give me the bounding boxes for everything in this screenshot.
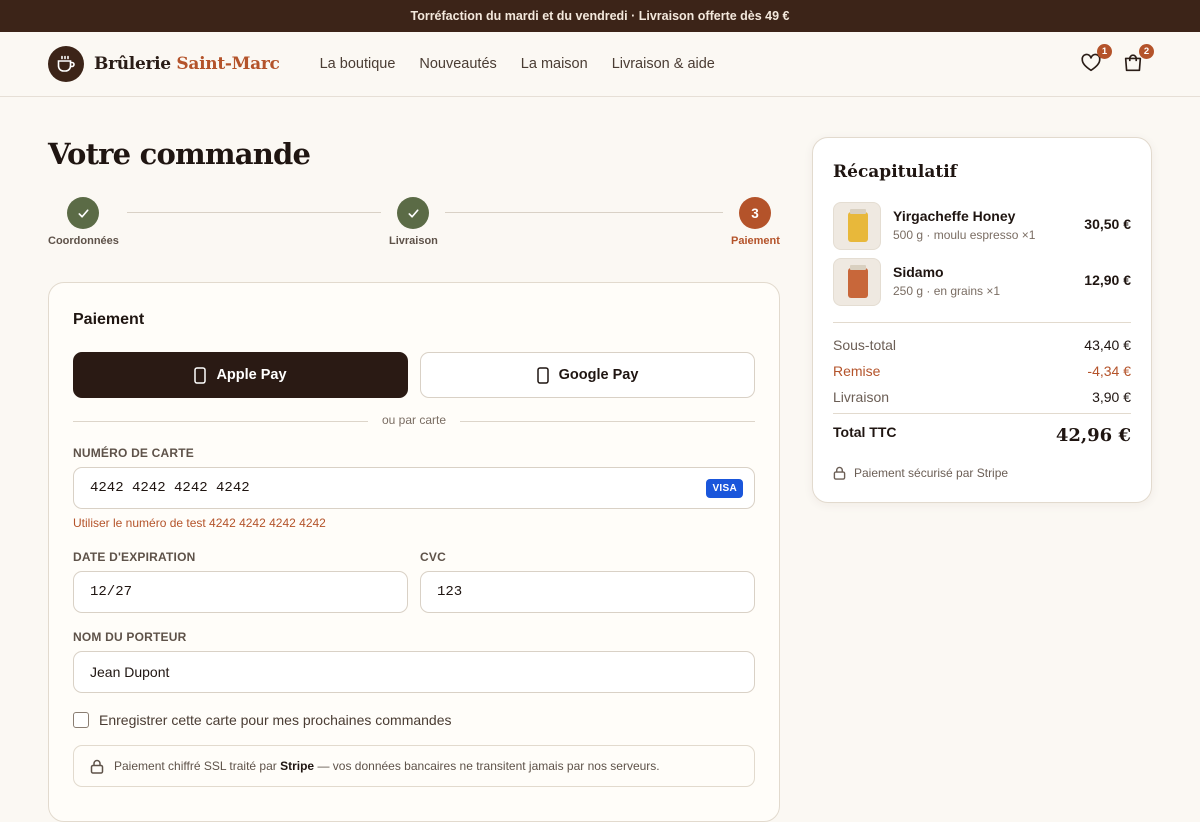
step-label-coordonnees[interactable]: Coordonnées (48, 235, 119, 247)
expiry-field[interactable]: 12/27 (73, 571, 408, 613)
save-card-option[interactable]: Enregistrer cette carte pour mes prochai… (73, 712, 452, 728)
brand-name-part2: Saint-Marc (176, 54, 280, 74)
ssl-notice: Paiement chiffré SSL traité par Stripe —… (73, 745, 755, 787)
product-thumbnail (833, 258, 881, 306)
cart-button[interactable]: 2 (1122, 44, 1154, 74)
coffee-bag-icon (848, 209, 868, 242)
item-name: Yirgacheffe Honey (893, 208, 1016, 224)
announcement-bar: Torréfaction du mardi et du vendredi · L… (0, 0, 1200, 32)
google-pay-label: Google Pay (558, 367, 639, 383)
apple-pay-button[interactable]: Apple Pay (73, 352, 408, 398)
checkout-stepper: Coordonnées Livraison 3 Paiement (48, 197, 780, 253)
subtotal-label: Sous-total (833, 337, 897, 353)
cvc-value: 123 (437, 584, 463, 600)
cvc-label: CVC (420, 550, 446, 564)
cardholder-field[interactable]: Jean Dupont (73, 651, 755, 693)
shipping-value: 3,90 € (1092, 389, 1131, 405)
subtotal-value: 43,40 € (1084, 337, 1131, 353)
cardholder-value: Jean Dupont (90, 664, 170, 680)
total-label: Total TTC (833, 424, 897, 440)
coffee-cup-icon (48, 46, 84, 82)
main-nav: La boutique Nouveautés La maison Livrais… (320, 56, 715, 72)
subtotal-row: Sous-total 43,40 € (833, 337, 1131, 353)
summary-item: Yirgacheffe Honey 500 g · moulu espresso… (833, 202, 1131, 250)
step-livraison-check-icon[interactable] (397, 197, 429, 229)
card-number-field[interactable]: 4242 4242 4242 4242 VISA (73, 467, 755, 509)
or-divider: ou par carte (73, 412, 755, 430)
test-card-hint: Utiliser le numéro de test 4242 4242 424… (73, 516, 326, 530)
item-name: Sidamo (893, 264, 944, 280)
nav-nouveautes[interactable]: Nouveautés (419, 56, 496, 72)
card-number-value: 4242 4242 4242 4242 (90, 480, 250, 496)
expiry-label: DATE D'EXPIRATION (73, 550, 196, 564)
lock-icon (90, 759, 104, 774)
order-summary: Récapitulatif Yirgacheffe Honey 500 g · … (812, 137, 1152, 503)
divider-text: ou par carte (381, 413, 447, 427)
discount-label: Remise (833, 363, 881, 379)
discount-value: -4,34 € (1087, 363, 1131, 379)
visa-badge: VISA (706, 479, 743, 498)
summary-title: Récapitulatif (833, 162, 957, 182)
summary-secure-text: Paiement sécurisé par Stripe (854, 466, 1009, 480)
page-title: Votre commande (48, 137, 311, 171)
phone-icon (194, 366, 207, 384)
step-paiement-number: 3 (739, 197, 771, 229)
coffee-bag-icon (848, 265, 868, 298)
brand-name-part1: Brûlerie (94, 54, 171, 74)
nav-maison[interactable]: La maison (521, 56, 588, 72)
wishlist-count-badge: 1 (1097, 44, 1112, 59)
product-thumbnail (833, 202, 881, 250)
google-pay-button[interactable]: Google Pay (420, 352, 755, 398)
item-description: 250 g · en grains ×1 (893, 284, 1001, 298)
summary-divider (833, 413, 1131, 414)
step-label-livraison[interactable]: Livraison (389, 235, 438, 247)
step-label-paiement: Paiement (731, 235, 780, 247)
phone-icon (536, 366, 549, 384)
apple-pay-label: Apple Pay (216, 367, 287, 383)
save-card-label: Enregistrer cette carte pour mes prochai… (99, 712, 452, 728)
site-header: Brûlerie Saint-Marc La boutique Nouveaut… (0, 32, 1200, 97)
payment-title: Paiement (73, 311, 145, 328)
shipping-row: Livraison 3,90 € (833, 389, 1131, 405)
summary-divider (833, 322, 1131, 323)
item-description: 500 g · moulu espresso ×1 (893, 228, 1036, 242)
item-price: 30,50 € (1084, 216, 1131, 232)
summary-item: Sidamo 250 g · en grains ×1 12,90 € (833, 258, 1131, 306)
save-card-checkbox[interactable] (73, 712, 89, 728)
cart-count-badge: 2 (1139, 44, 1154, 59)
cardholder-label: NOM DU PORTEUR (73, 630, 187, 644)
discount-row: Remise -4,34 € (833, 363, 1131, 379)
ssl-notice-text: Paiement chiffré SSL traité par Stripe —… (114, 759, 660, 773)
lock-icon (833, 466, 846, 480)
header-actions: 1 2 (1080, 44, 1154, 74)
total-value: 42,96 € (1055, 425, 1131, 446)
item-price: 12,90 € (1084, 272, 1131, 288)
card-number-label: NUMÉRO DE CARTE (73, 446, 195, 460)
summary-secure-note: Paiement sécurisé par Stripe (833, 466, 1008, 480)
brand-logo[interactable]: Brûlerie Saint-Marc (48, 46, 280, 82)
nav-livraison-aide[interactable]: Livraison & aide (612, 56, 715, 72)
payment-card: Paiement Apple Pay Google Pay ou par car… (48, 282, 780, 822)
wishlist-button[interactable]: 1 (1080, 44, 1112, 74)
shipping-label: Livraison (833, 389, 890, 405)
stepper-connector (127, 212, 381, 213)
expiry-value: 12/27 (90, 584, 133, 600)
brand-name: Brûlerie Saint-Marc (94, 54, 280, 74)
stepper-connector (445, 212, 723, 213)
step-coordonnees-check-icon[interactable] (67, 197, 99, 229)
nav-boutique[interactable]: La boutique (320, 56, 396, 72)
cvc-field[interactable]: 123 (420, 571, 755, 613)
